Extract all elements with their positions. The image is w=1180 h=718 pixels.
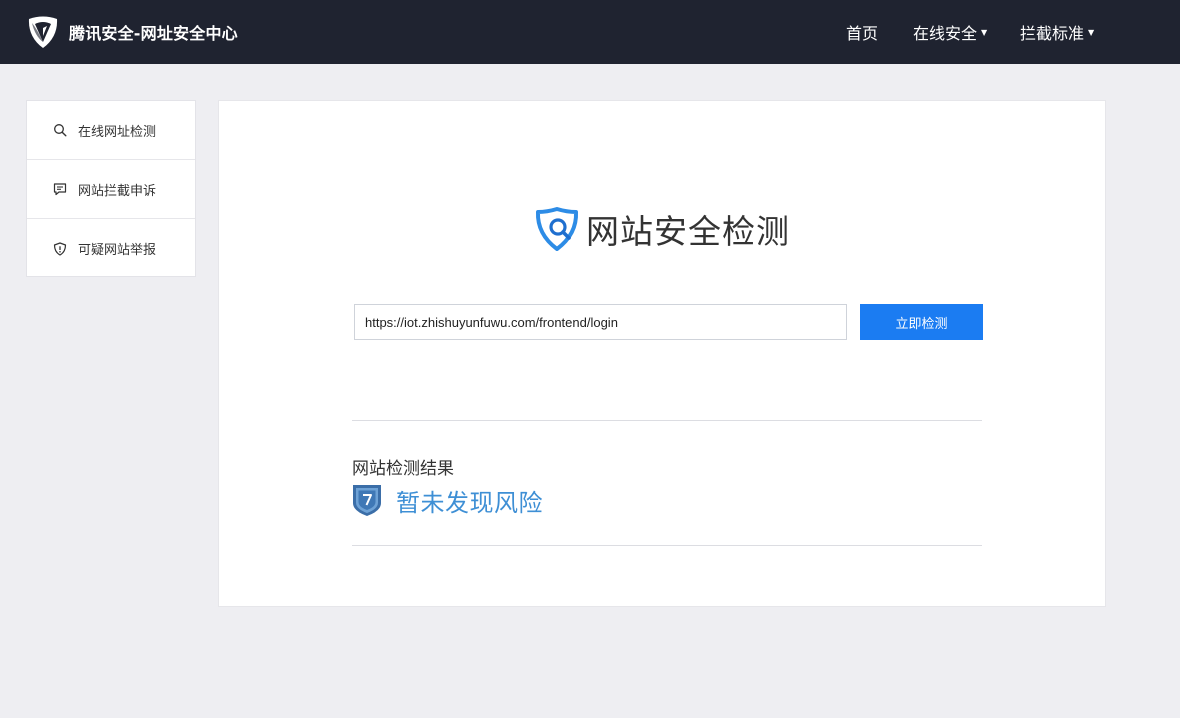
shield-search-icon [535, 207, 579, 251]
hero-title: 网站安全检测 [586, 212, 790, 251]
brand[interactable]: 腾讯安全-网址安全中心 [26, 14, 238, 50]
nav-home-label: 首页 [846, 24, 879, 43]
search-icon [54, 124, 67, 137]
result-status: 暂未发现风险 [352, 483, 543, 517]
divider [352, 545, 982, 546]
sidebar-item-label: 在线网址检测 [78, 124, 157, 140]
shield-alert-icon [53, 241, 67, 256]
sidebar-item-report[interactable]: 可疑网站举报 [27, 219, 195, 278]
url-input[interactable] [354, 304, 847, 340]
nav-block-standard-label: 拦截标准 [1020, 24, 1085, 43]
result-status-text: 暂未发现风险 [396, 488, 543, 517]
tencent-security-logo-icon [28, 16, 58, 48]
shield-unknown-icon [353, 485, 381, 516]
divider [352, 420, 982, 421]
sidebar-item-appeal[interactable]: 网站拦截申诉 [27, 160, 195, 219]
sidebar-item-url-check[interactable]: 在线网址检测 [27, 101, 195, 160]
main-panel: 网站安全检测 立即检测 网站检测结果 暂未发现风险 [218, 100, 1106, 607]
sidebar: 在线网址检测 网站拦截申诉 可疑网站举报 [26, 100, 196, 277]
caret-down-icon: ▼ [1088, 27, 1095, 37]
hero-heading: 网站安全检测 [534, 205, 790, 253]
brand-title: 腾讯安全-网址安全中心 [69, 24, 238, 43]
result-title: 网站检测结果 [352, 459, 454, 479]
check-now-button[interactable]: 立即检测 [860, 304, 983, 340]
nav-block-standard[interactable]: 拦截标准 ▼ [1020, 0, 1094, 64]
message-icon [53, 183, 67, 196]
nav-online-security[interactable]: 在线安全 ▼ [913, 0, 987, 64]
sidebar-item-label: 可疑网站举报 [78, 243, 157, 258]
nav-online-security-label: 在线安全 [913, 24, 978, 43]
top-nav-bar: 腾讯安全-网址安全中心 首页 在线安全 ▼ 拦截标准 ▼ [0, 0, 1180, 64]
sidebar-item-label: 网站拦截申诉 [78, 183, 157, 199]
nav-home[interactable]: 首页 [846, 0, 878, 64]
caret-down-icon: ▼ [981, 27, 988, 37]
